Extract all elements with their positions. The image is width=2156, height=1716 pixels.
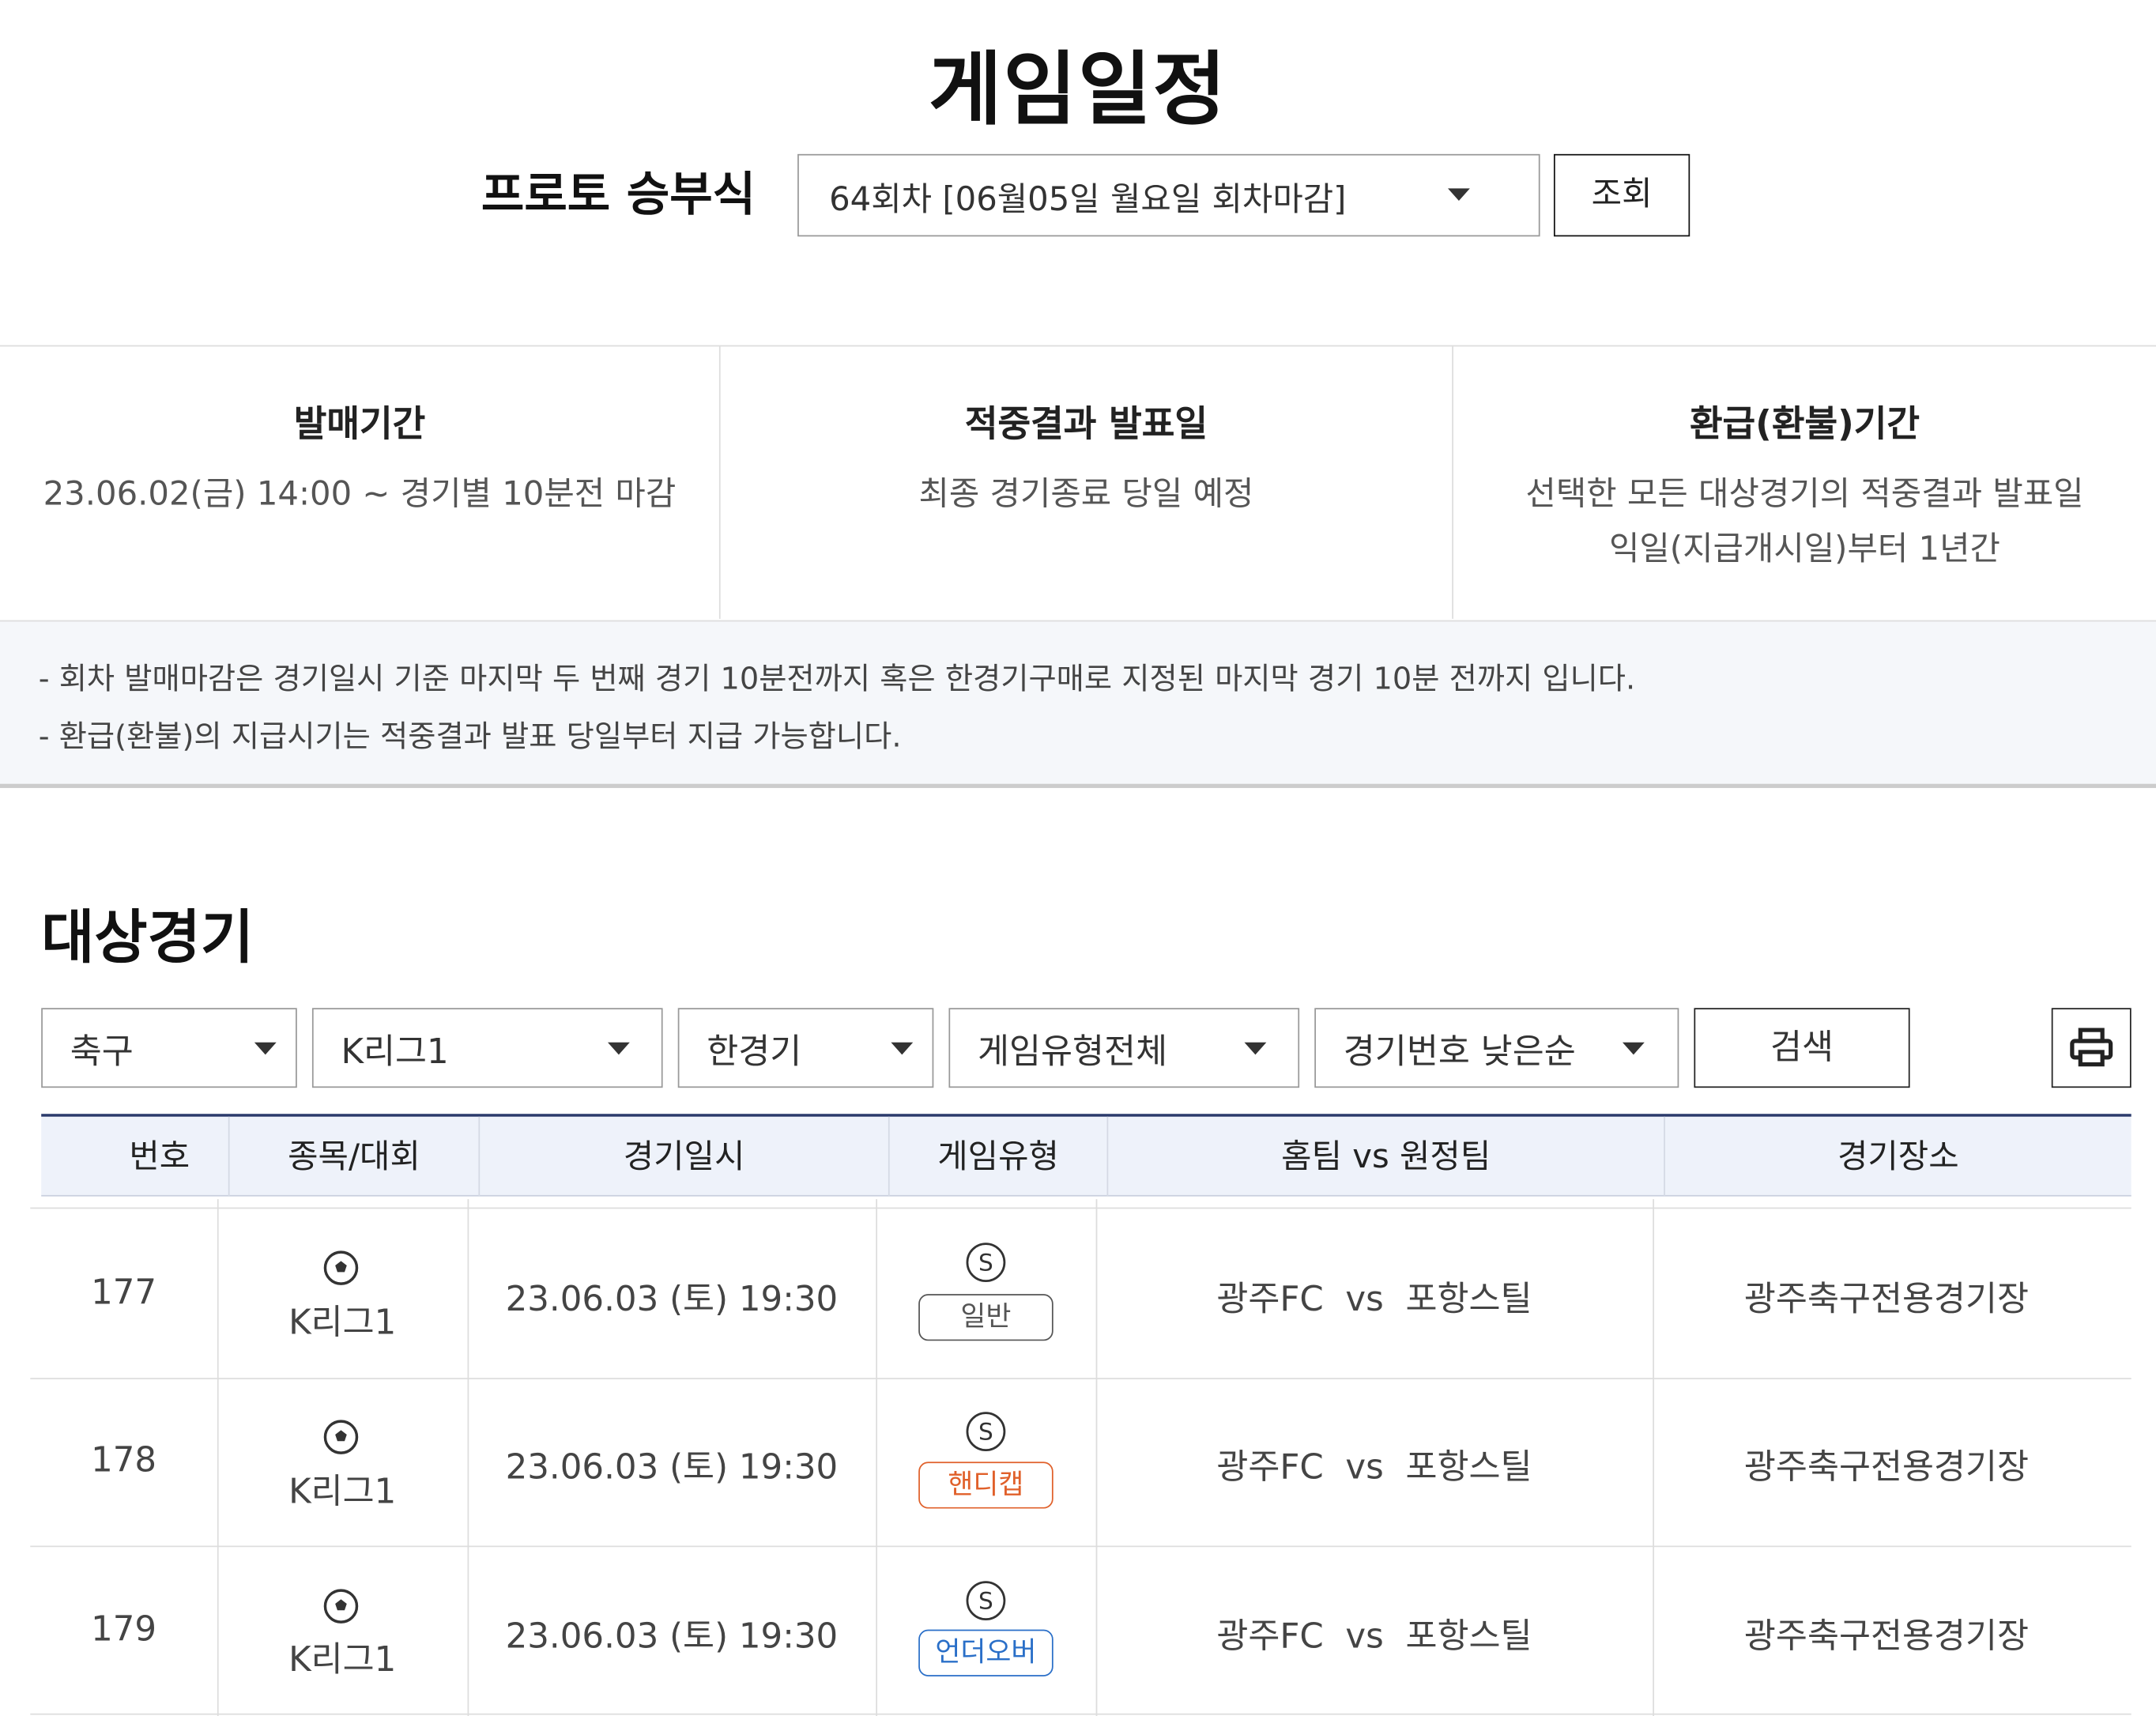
chevron-down-icon [254, 1042, 277, 1055]
notice-line: - 회차 발매마감은 경기일시 기준 마지막 두 번째 경기 10분전까지 혹은… [38, 662, 1636, 698]
column-header: 홈팀 vs 원정팀 [1281, 1137, 1491, 1176]
s-icon: S [966, 1243, 1006, 1283]
chevron-down-icon [1244, 1042, 1267, 1055]
print-button[interactable] [2051, 1008, 2132, 1088]
result-date-text: 최종 경기종료 당일 예정 [918, 474, 1254, 513]
section-title: 대상경기 [41, 903, 254, 971]
game-type-badge: 핸디캡 [918, 1461, 1054, 1509]
soccer-ball-icon [323, 1420, 359, 1454]
refund-period-title: 환급(환불)기간 [1689, 404, 1920, 446]
league-label: K리그1 [288, 1302, 397, 1343]
svg-text:S: S [978, 1419, 993, 1446]
column-header: 종목/대회 [288, 1137, 420, 1176]
match-type-select[interactable]: 한경기 [677, 1008, 934, 1088]
match-datetime: 23.06.03 (토) 19:30 [505, 1446, 839, 1487]
svg-text:S: S [978, 1250, 993, 1277]
query-button[interactable]: 조회 [1553, 153, 1690, 237]
sport-select-value: 축구 [70, 1031, 134, 1072]
sale-period-text: 23.06.02(금) 14:00 ~ 경기별 10분전 마감 [43, 474, 677, 513]
divider [30, 1545, 2132, 1548]
match-number: 179 [91, 1609, 157, 1650]
sport-select[interactable]: 축구 [41, 1008, 297, 1088]
sort-select[interactable]: 경기번호 낮은순 [1314, 1008, 1679, 1088]
game-type-select-value: 게임유형전체 [977, 1031, 1168, 1072]
match-venue: 광주축구전용경기장 [1743, 1279, 2030, 1319]
refund-period-line: 선택한 모든 대상경기의 적중결과 발표일 [1525, 474, 2084, 513]
game-type-badge: 언더오버 [918, 1629, 1054, 1676]
notice-line: - 환급(환불)의 지급시기는 적중결과 발표 당일부터 지급 가능합니다. [38, 720, 902, 756]
table-header: 번호 종목/대회 경기일시 게임유형 홈팀 vs 원정팀 경기장소 [41, 1114, 2132, 1197]
game-type-select[interactable]: 게임유형전체 [948, 1008, 1300, 1088]
refund-period-line: 익일(지급개시일)부터 1년간 [1608, 529, 2000, 568]
page-title: 게임일정 [928, 42, 1228, 137]
svg-text:S: S [978, 1588, 993, 1615]
game-type-badge: 일반 [918, 1294, 1054, 1341]
match-teams[interactable]: 광주FC vs 포항스틸 [1096, 1609, 1653, 1659]
chevron-down-icon [891, 1042, 914, 1055]
match-teams[interactable]: 광주FC vs 포항스틸 [1096, 1440, 1653, 1490]
league-label: K리그1 [288, 1639, 397, 1680]
s-icon: S [966, 1581, 1006, 1621]
match-number: 177 [91, 1272, 157, 1312]
sale-period-box: 발매기간 23.06.02(금) 14:00 ~ 경기별 10분전 마감 [0, 346, 719, 618]
sort-select-value: 경기번호 낮은순 [1343, 1031, 1576, 1072]
chevron-down-icon [1448, 188, 1470, 202]
soccer-ball-icon [323, 1250, 359, 1285]
divider [30, 1378, 2132, 1380]
match-datetime: 23.06.03 (토) 19:30 [505, 1279, 839, 1319]
result-date-box: 적중결과 발표일 최종 경기종료 당일 예정 [721, 346, 1453, 618]
divider [30, 1207, 2132, 1209]
refund-period-box: 환급(환불)기간 선택한 모든 대상경기의 적중결과 발표일 익일(지급개시일)… [1453, 346, 2156, 618]
match-teams[interactable]: 광주FC vs 포항스틸 [1096, 1272, 1653, 1322]
s-icon: S [966, 1412, 1006, 1452]
round-select-value: 64회차 [06월05일 월요일 회차마감] [829, 179, 1347, 219]
match-number: 178 [91, 1439, 157, 1480]
column-header: 경기장소 [1837, 1137, 1959, 1176]
print-icon [2070, 1028, 2113, 1067]
round-select[interactable]: 64회차 [06월05일 월요일 회차마감] [797, 153, 1540, 237]
divider [30, 1713, 2132, 1715]
league-label: K리그1 [288, 1471, 397, 1512]
game-name-label: 프로토 승부식 [481, 168, 756, 223]
game-schedule-page: 게임일정 프로토 승부식 64회차 [06월05일 월요일 회차마감] 조회 발… [0, 0, 2156, 1716]
soccer-ball-icon [323, 1589, 359, 1624]
match-datetime: 23.06.03 (토) 19:30 [505, 1616, 839, 1656]
divider [876, 1199, 877, 1716]
search-button[interactable]: 검색 [1694, 1008, 1910, 1088]
chevron-down-icon [607, 1042, 630, 1055]
league-select[interactable]: K리그1 [311, 1008, 663, 1088]
column-header: 게임유형 [937, 1137, 1059, 1176]
column-header: 경기일시 [623, 1137, 745, 1176]
refund-period-text: 선택한 모든 대상경기의 적중결과 발표일 익일(지급개시일)부터 1년간 [1453, 466, 2156, 576]
sale-period-title: 발매기간 [293, 404, 426, 446]
match-venue: 광주축구전용경기장 [1743, 1616, 2030, 1656]
result-date-title: 적중결과 발표일 [964, 404, 1208, 446]
chevron-down-icon [1622, 1042, 1645, 1055]
match-type-select-value: 한경기 [707, 1031, 802, 1072]
notice-box: - 회차 발매마감은 경기일시 기준 마지막 두 번째 경기 10분전까지 혹은… [0, 620, 2156, 788]
match-venue: 광주축구전용경기장 [1743, 1446, 2030, 1487]
league-select-value: K리그1 [341, 1031, 449, 1072]
